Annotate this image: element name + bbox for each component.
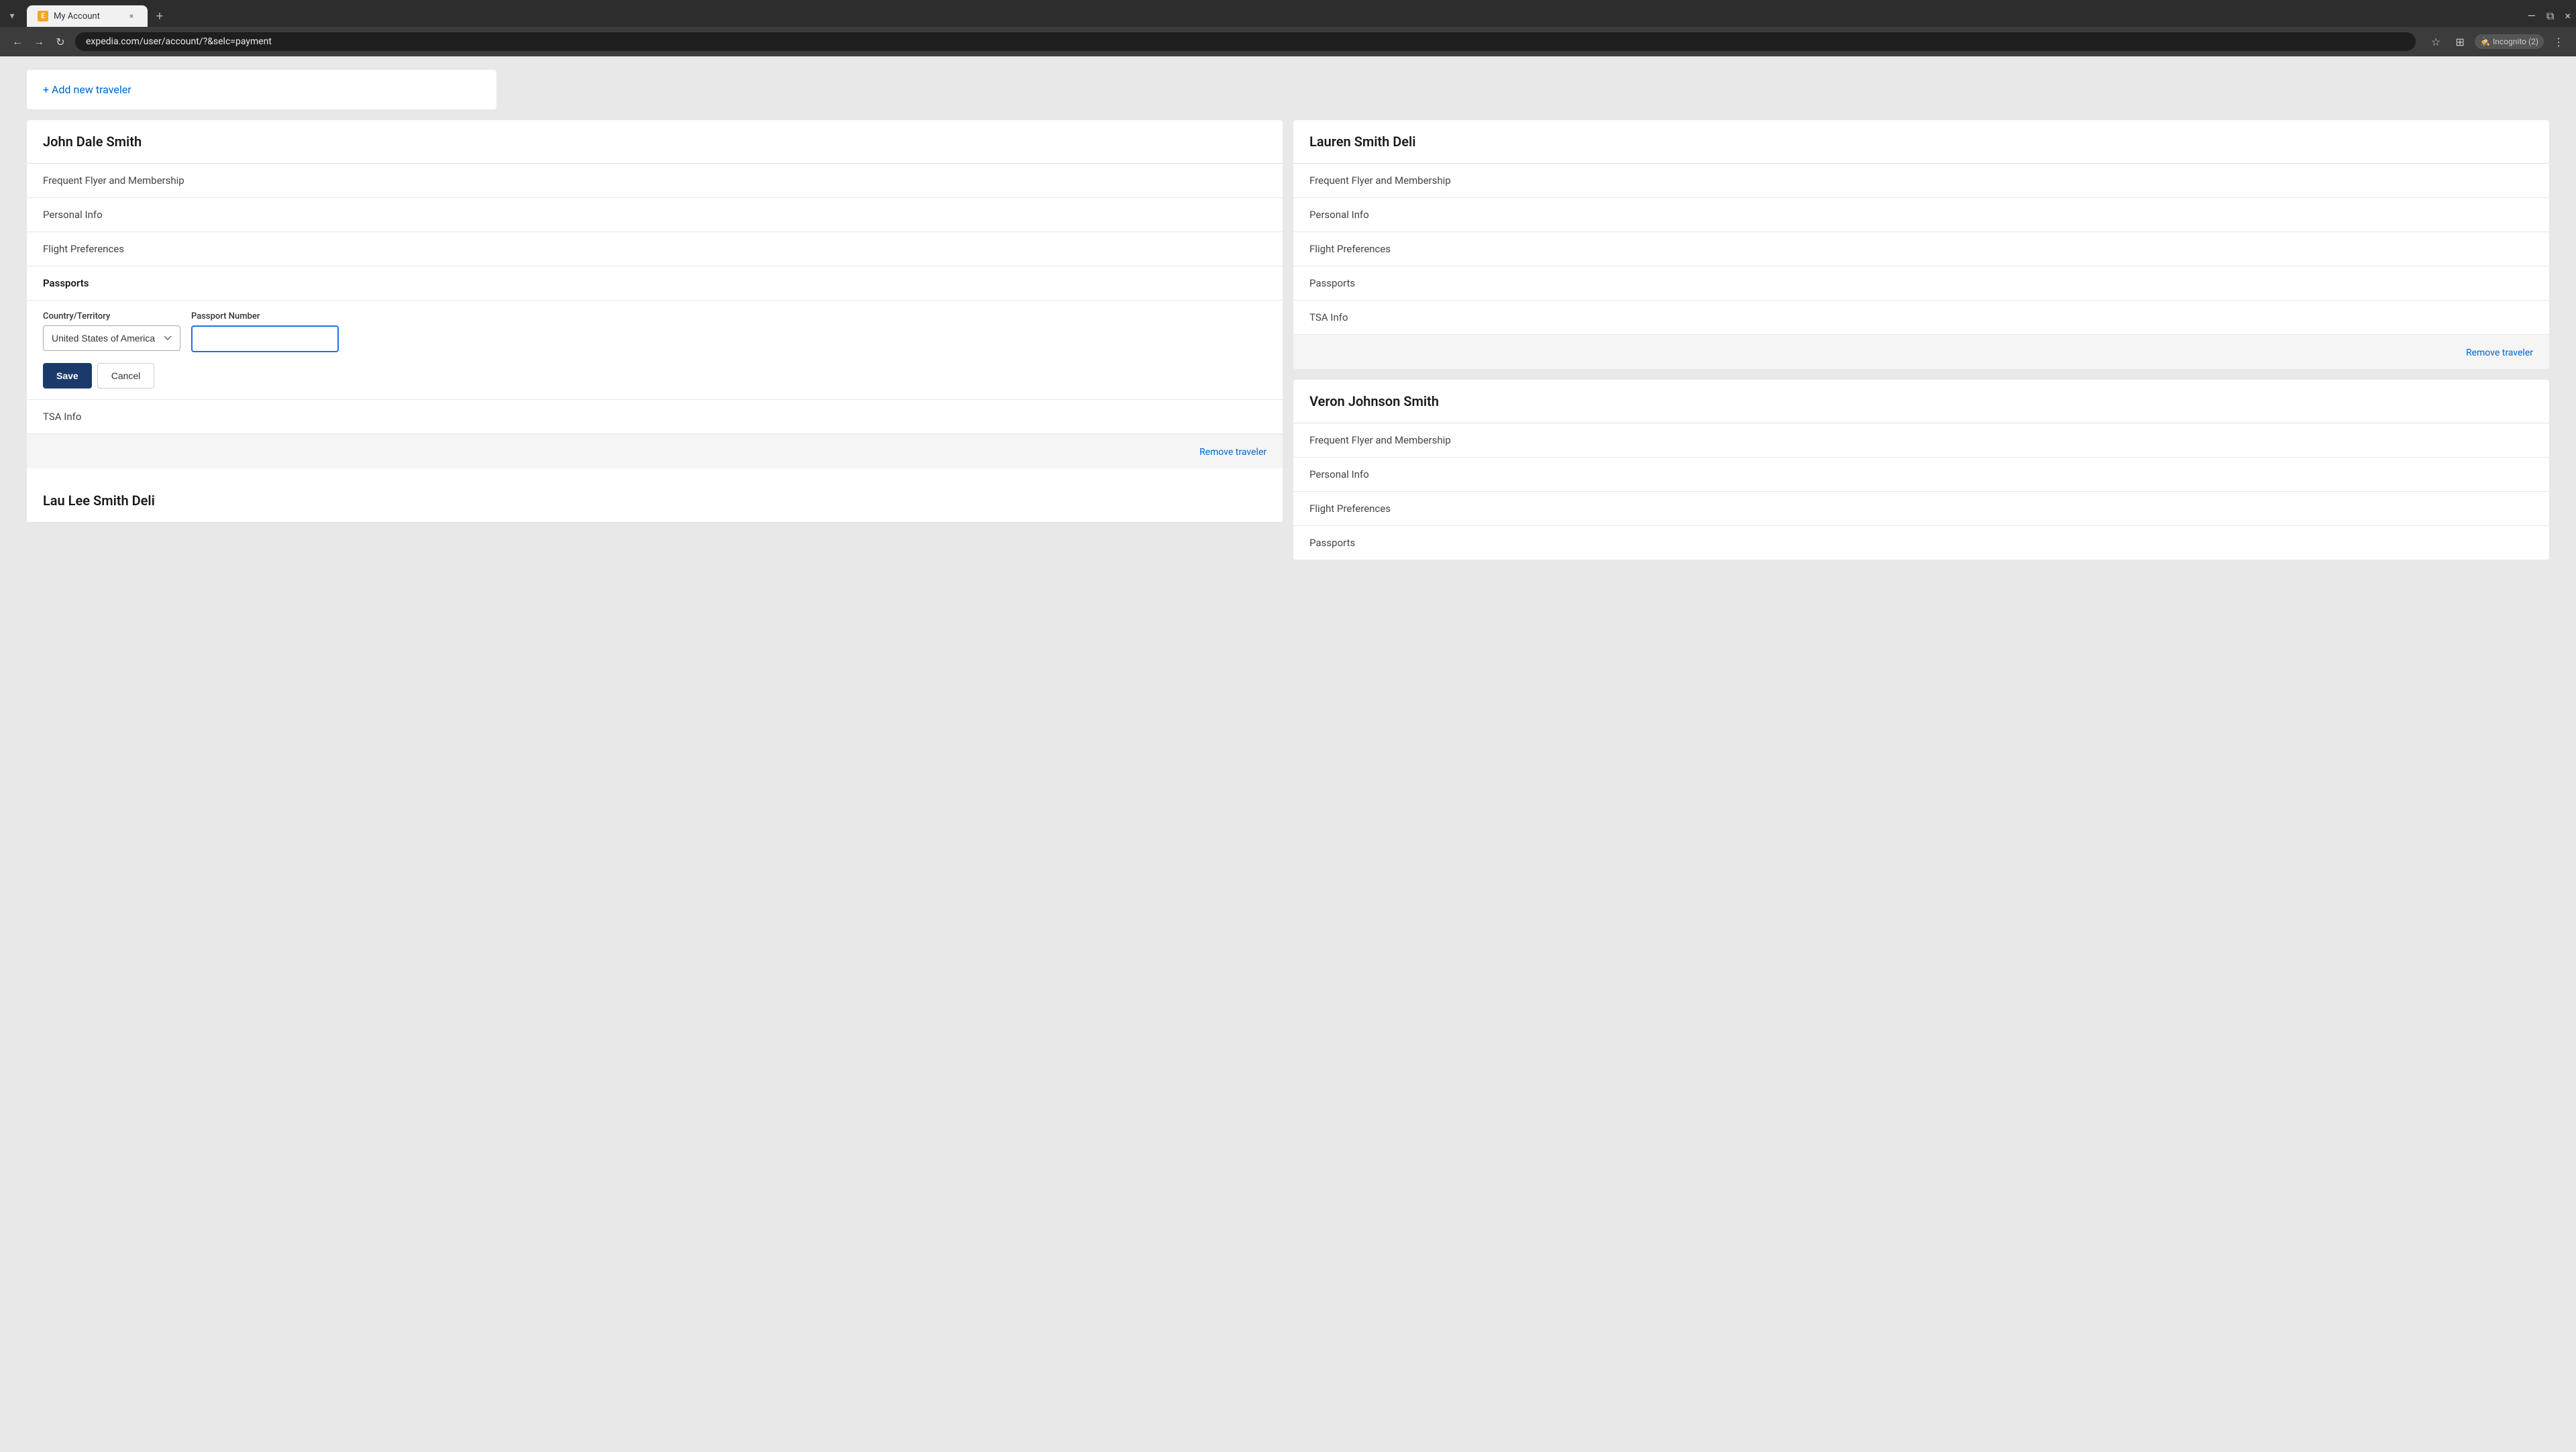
flight-preferences-john[interactable]: Flight Preferences [27, 232, 1283, 266]
browser-actions: ☆ ⊞ 🕵 Incognito (2) ⋮ [2426, 32, 2568, 51]
country-territory-label: Country/Territory [43, 311, 180, 321]
traveler-header-veron: Veron Johnson Smith [1293, 380, 2549, 423]
save-button[interactable]: Save [43, 363, 92, 388]
url-bar[interactable]: expedia.com/user/account/?&selc=payment [75, 32, 2416, 51]
nav-controls: ← → ↻ [8, 32, 70, 51]
menu-button[interactable]: ⋮ [2549, 32, 2568, 51]
maximize-button[interactable]: ⧉ [2546, 11, 2554, 21]
personal-info-lauren[interactable]: Personal Info [1293, 198, 2549, 232]
traveler-header-lauren: Lauren Smith Deli [1293, 120, 2549, 164]
lau-lee-partial-card: Lau Lee Smith Deli [27, 479, 1283, 523]
reload-button[interactable]: ↻ [51, 32, 70, 51]
tab-favicon: E [38, 11, 48, 21]
tsa-info-john[interactable]: TSA Info [27, 400, 1283, 434]
personal-info-veron[interactable]: Personal Info [1293, 458, 2549, 492]
tab-close-button[interactable]: × [126, 11, 137, 21]
tsa-info-lauren[interactable]: TSA Info [1293, 301, 2549, 335]
passport-form-row: Country/Territory United States of Ameri… [43, 311, 1267, 352]
passport-number-group: Passport Number [191, 311, 339, 352]
tab-bar: ▾ E My Account × + — ⧉ × [0, 0, 2576, 27]
traveler-header-lau-lee: Lau Lee Smith Deli [27, 479, 1283, 523]
frequent-flyer-veron[interactable]: Frequent Flyer and Membership [1293, 423, 2549, 458]
flight-preferences-veron[interactable]: Flight Preferences [1293, 492, 2549, 526]
passports-veron[interactable]: Passports [1293, 526, 2549, 560]
tab-title: My Account [54, 11, 121, 21]
tab-my-account[interactable]: E My Account × [27, 5, 148, 27]
traveler-name-lauren: Lauren Smith Deli [1309, 134, 2533, 150]
passport-form-actions: Save Cancel [43, 363, 1267, 388]
travelers-grid: John Dale Smith Frequent Flyer and Membe… [27, 120, 2549, 560]
traveler-card-john-dale-smith: John Dale Smith Frequent Flyer and Membe… [27, 120, 1283, 523]
frequent-flyer-john[interactable]: Frequent Flyer and Membership [27, 164, 1283, 198]
passport-number-label: Passport Number [191, 311, 339, 321]
cancel-button[interactable]: Cancel [97, 363, 155, 388]
remove-traveler-link-john[interactable]: Remove traveler [1199, 447, 1267, 458]
traveler-name-veron: Veron Johnson Smith [1309, 393, 2533, 409]
url-text: expedia.com/user/account/?&selc=payment [86, 36, 272, 47]
right-column: Lauren Smith Deli Frequent Flyer and Mem… [1293, 120, 2549, 560]
passport-number-input[interactable] [191, 325, 339, 352]
tab-list-button[interactable]: ▾ [5, 9, 19, 23]
tab-nav: ▾ [5, 9, 19, 23]
new-tab-button[interactable]: + [150, 7, 169, 25]
extensions-button[interactable]: ⊞ [2451, 32, 2469, 51]
passport-form-john: Country/Territory United States of Ameri… [27, 301, 1283, 400]
incognito-icon: 🕵 [2480, 37, 2490, 46]
minimize-button[interactable]: — [2528, 11, 2536, 21]
close-button[interactable]: × [2565, 11, 2571, 21]
window-controls: — ⧉ × [2528, 11, 2571, 21]
browser-chrome: ▾ E My Account × + — ⧉ × ← → ↻ expedia.c… [0, 0, 2576, 56]
incognito-badge[interactable]: 🕵 Incognito (2) [2475, 34, 2544, 49]
back-button[interactable]: ← [8, 32, 27, 51]
add-new-traveler-link[interactable]: + Add new traveler [43, 83, 131, 96]
bookmark-button[interactable]: ☆ [2426, 32, 2445, 51]
traveler-card-veron-johnson-smith: Veron Johnson Smith Frequent Flyer and M… [1293, 380, 2549, 560]
address-bar: ← → ↻ expedia.com/user/account/?&selc=pa… [0, 27, 2576, 56]
remove-traveler-row-lauren: Remove traveler [1293, 335, 2549, 369]
passports-section-john: Passports [27, 266, 1283, 301]
traveler-name-lau-lee: Lau Lee Smith Deli [43, 492, 1267, 509]
frequent-flyer-lauren[interactable]: Frequent Flyer and Membership [1293, 164, 2549, 198]
page-content: + Add new traveler John Dale Smith Frequ… [0, 56, 2576, 1452]
remove-traveler-row-john: Remove traveler [27, 434, 1283, 468]
remove-traveler-link-lauren[interactable]: Remove traveler [2466, 348, 2533, 358]
personal-info-john[interactable]: Personal Info [27, 198, 1283, 232]
flight-preferences-lauren[interactable]: Flight Preferences [1293, 232, 2549, 266]
forward-button[interactable]: → [30, 32, 48, 51]
traveler-name-john: John Dale Smith [43, 134, 1267, 150]
country-territory-group: Country/Territory United States of Ameri… [43, 311, 180, 351]
traveler-header-john: John Dale Smith [27, 120, 1283, 164]
country-territory-select[interactable]: United States of America Canada United K… [43, 325, 180, 351]
incognito-label: Incognito (2) [2493, 37, 2538, 46]
add-traveler-card: + Add new traveler [27, 70, 496, 109]
passports-lauren[interactable]: Passports [1293, 266, 2549, 301]
traveler-card-lauren-smith-deli: Lauren Smith Deli Frequent Flyer and Mem… [1293, 120, 2549, 369]
